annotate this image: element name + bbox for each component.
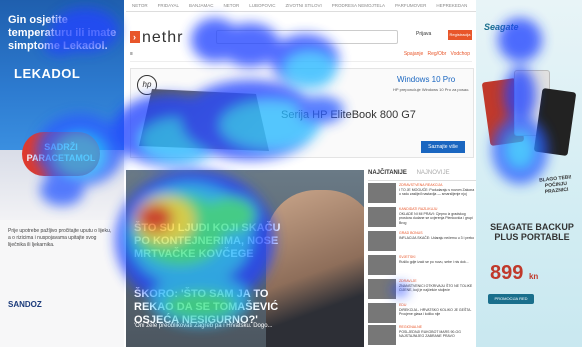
news-item[interactable]: KANDIDATI RAZLIKUJU OKLADE NI MI PRAVI: C… <box>368 207 476 229</box>
ad-pill: SADRŽI PARACETAMOL <box>22 132 100 176</box>
learn-more-button[interactable]: Saznajte više <box>421 141 465 153</box>
hero-article[interactable]: ŠTO SU LJUDI KOJI SKAČU PO KONTEJNERIMA,… <box>126 170 364 347</box>
news-item[interactable]: EDU DIREKCIJA - HRVATSKO KOLIKO JE GEŠTA.… <box>368 303 476 325</box>
main-site: NETOR FRIDAYAL BANJAMAC NETOR LUBOPOVIC … <box>126 0 476 347</box>
menu-link[interactable]: Spajanje <box>404 51 423 57</box>
hp-banner-ad[interactable]: hp Windows 10 Pro HP preporučuje Windows… <box>130 68 474 158</box>
sidebar-tabs: NAJČITANIJE NAJNOVIJE <box>368 170 476 181</box>
search-input[interactable] <box>216 30 398 44</box>
ad-product-title: SEAGATE BACKUP PLUS PORTABLE <box>490 222 574 242</box>
news-title: OKLADE NI MI PRAVI: Cjepno iz gradskog p… <box>399 211 473 225</box>
news-title: Rušilo gdje izaći se po nuvu, sebe i nis… <box>399 259 469 264</box>
top-nav-link[interactable]: FRIDAYAL <box>158 3 179 8</box>
news-item[interactable]: SVJETSKI Rušilo gdje izaći se po nuvu, se… <box>368 255 476 277</box>
tab-latest[interactable]: NAJNOVIJE <box>417 170 450 176</box>
news-item[interactable]: ZDRAVSTVENA REAKCIJA I TO JE MOGUĆE: Podu… <box>368 183 476 205</box>
login-link[interactable]: Prijava <box>416 31 431 37</box>
hero-headline-1: ŠTO SU LJUDI KOJI SKAČU PO KONTEJNERIMA,… <box>134 222 281 260</box>
top-nav-link[interactable]: ZIVOTNI STILOVI <box>285 3 321 8</box>
news-item[interactable]: ZDRAVLJE ZNANSTVENICI OTKRIVAJU ŠTO NE TO… <box>368 279 476 301</box>
banner-title: Serija HP EliteBook 800 G7 <box>281 109 416 121</box>
news-category: EDU <box>399 303 407 307</box>
main-menu: ≡ Spajanje Reg/Obr Vodchop <box>130 49 472 62</box>
news-item[interactable]: REGIONALNE POSLJEDNJI RUKOBOT MARS 90-OG … <box>368 325 476 347</box>
top-nav-link[interactable]: BANJAMAC <box>189 3 214 8</box>
hamburger-icon[interactable]: ≡ <box>130 51 133 57</box>
ad-brand: LEKADOL <box>14 66 81 81</box>
news-thumb <box>368 325 396 345</box>
news-sidebar: NAJČITANIJE NAJNOVIJE ZDRAVSTVENA REAKCI… <box>368 170 476 347</box>
left-ad-lekadol[interactable]: Gin osjetite temperaturu ili imate simpt… <box>0 0 124 347</box>
top-nav-link[interactable]: NETOR <box>132 3 148 8</box>
windows-subtitle: HP preporučuje Windows 10 Pro za posao. <box>393 87 470 92</box>
news-thumb <box>368 231 396 251</box>
ad-cta-button[interactable]: PROMOCIJA RED <box>488 294 534 304</box>
news-category: KANDIDATI RAZLIKUJU <box>399 207 438 211</box>
logo-icon: › <box>130 31 140 43</box>
top-nav-link[interactable]: PARFUMOVER <box>395 3 426 8</box>
ad-small-print: Prije upotrebe pažljivo pročitajte uputu… <box>8 228 112 248</box>
news-thumb <box>368 255 396 275</box>
site-logo[interactable]: › nethr <box>130 29 183 47</box>
ad-maker: SANDOZ <box>8 300 42 309</box>
news-category: ZDRAVSTVENA REAKCIJA <box>399 183 443 187</box>
news-category: REGIONALNE <box>399 325 422 329</box>
right-ad-seagate[interactable]: Seagate BLAGO TEBI! POČINJU PRAZNICI SEA… <box>476 0 582 347</box>
windows-logo: Windows 10 Pro <box>397 75 456 84</box>
drive-black <box>533 87 577 157</box>
hero-subtitle: 'Oni žele preoblikovati Zagreb pa i Hrva… <box>134 323 273 329</box>
news-category: ZDRAVLJE <box>399 279 417 283</box>
news-thumb <box>368 183 396 203</box>
menu-right-links: Spajanje Reg/Obr Vodchop <box>404 51 470 57</box>
news-thumb <box>368 207 396 227</box>
signup-button[interactable]: Registracija <box>448 30 472 40</box>
menu-link[interactable]: Vodchop <box>451 51 470 57</box>
top-nav-link[interactable]: LUBOPOVIC <box>249 3 275 8</box>
news-category: GRAD BONUS <box>399 231 423 235</box>
news-item[interactable]: GRAD BONUS INFLACIJA SKAČE: Udaraju nečem… <box>368 231 476 253</box>
tab-most-read[interactable]: NAJČITANIJE <box>368 170 407 176</box>
news-title: POSLJEDNJI RUKOBOT MARS 90-OG NAJSTAJNIJ… <box>399 329 461 339</box>
ad-slogan: BLAGO TEBI! POČINJU PRAZNICI <box>538 174 572 196</box>
top-nav: NETOR FRIDAYAL BANJAMAC NETOR LUBOPOVIC … <box>126 0 476 12</box>
ad-headline: Gin osjetite temperaturu ili imate simpt… <box>8 14 117 52</box>
menu-link[interactable]: Reg/Obr <box>427 51 446 57</box>
seagate-logo: Seagate <box>484 22 519 32</box>
news-title: DIREKCIJA - HRVATSKO KOLIKO JE GEŠTA. Pr… <box>399 307 472 317</box>
news-title: I TO JE MOGUĆE: Podudaraju s novom Zakon… <box>399 187 475 197</box>
top-nav-link[interactable]: PRODRESA NEMOJTELA <box>332 3 385 8</box>
top-nav-link[interactable]: HEPREKEDAN <box>436 3 467 8</box>
news-category: SVJETSKI <box>399 255 416 259</box>
top-nav-link[interactable]: NETOR <box>224 3 240 8</box>
laptop-image <box>139 89 269 151</box>
news-thumb <box>368 279 396 299</box>
ad-price: 899 kn <box>490 262 539 284</box>
news-title: ZNANSTVENICI OTKRIVAJU ŠTO NE TOLIKE CIJ… <box>399 283 473 293</box>
news-title: INFLACIJA SKAČE: Udaraju nečemu u 3 i pr… <box>399 235 475 240</box>
news-thumb <box>368 303 396 323</box>
